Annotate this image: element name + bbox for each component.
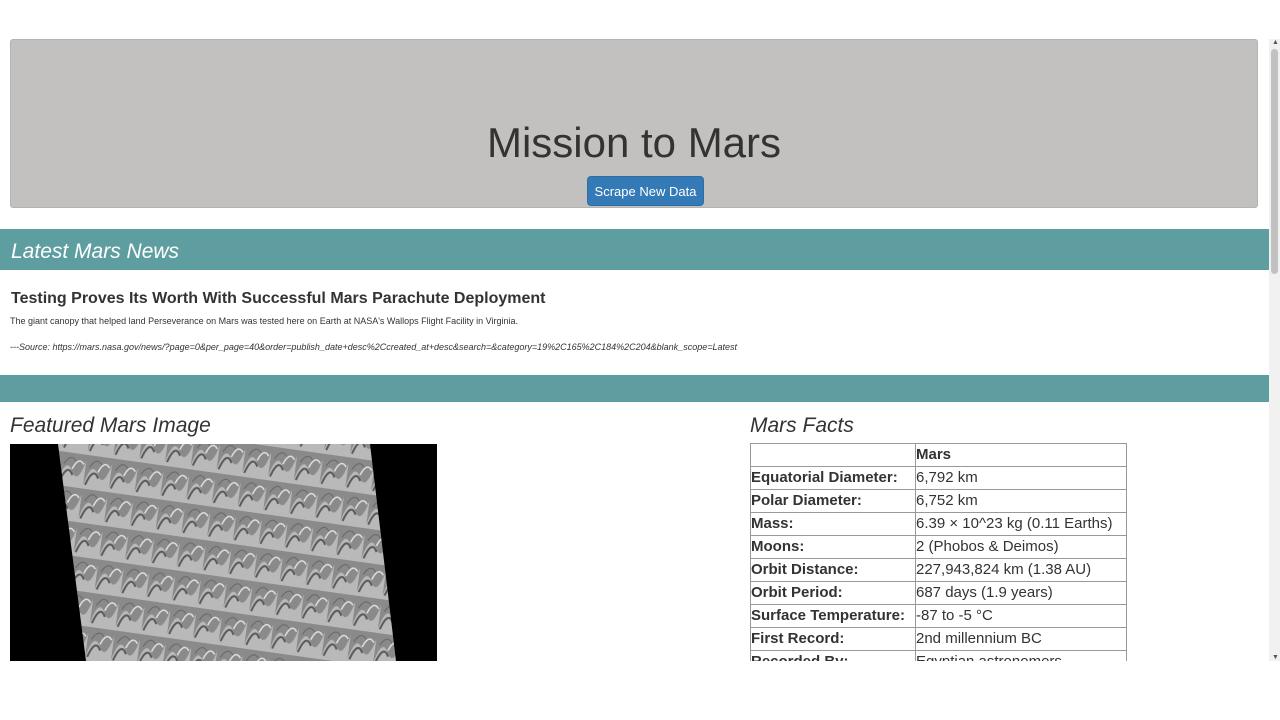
- dune-image-graphic: [58, 444, 396, 661]
- featured-image-title: Featured Mars Image: [10, 414, 211, 437]
- fact-label: Mass:: [750, 512, 916, 536]
- fact-label: Equatorial Diameter:: [750, 466, 916, 490]
- fact-label: Surface Temperature:: [750, 604, 916, 628]
- featured-mars-image: [10, 444, 437, 661]
- table-row: Recorded By:Egyptian astronomers: [750, 650, 1127, 661]
- section-divider: [0, 375, 1269, 402]
- table-row: First Record: 2nd millennium BC: [750, 627, 1127, 651]
- fact-label: Orbit Distance:: [750, 558, 916, 582]
- table-header-row: Mars: [750, 443, 1127, 467]
- table-row: Orbit Period: 687 days (1.9 years): [750, 581, 1127, 605]
- fact-value: 687 days (1.9 years): [915, 581, 1127, 605]
- fact-value: -87 to -5 °C: [915, 604, 1127, 628]
- fact-label: Orbit Period:: [750, 581, 916, 605]
- jumbotron-header: Mission to Mars Scrape New Data: [10, 39, 1258, 208]
- mars-facts-title: Mars Facts: [750, 414, 854, 437]
- table-corner-cell: [750, 443, 916, 467]
- table-row: Equatorial Diameter: 6,792 km: [750, 466, 1127, 490]
- page-title: Mission to Mars: [486, 119, 782, 166]
- news-section-header: Latest Mars News: [0, 229, 1269, 270]
- fact-value: Egyptian astronomers: [915, 650, 1127, 661]
- fact-value: 2 (Phobos & Deimos): [915, 535, 1127, 559]
- fact-value: 6,752 km: [915, 489, 1127, 513]
- scrollbar-thumb[interactable]: [1271, 49, 1278, 274]
- scrape-new-data-button[interactable]: Scrape New Data: [587, 176, 704, 206]
- fact-label: Polar Diameter:: [750, 489, 916, 513]
- fact-label: Recorded By:: [750, 650, 916, 661]
- fact-label: First Record:: [750, 627, 916, 651]
- news-source: ---Source: https://mars.nasa.gov/news/?p…: [10, 342, 737, 352]
- news-headline: Testing Proves Its Worth With Successful…: [11, 290, 546, 307]
- table-row: Moons: 2 (Phobos & Deimos): [750, 535, 1127, 559]
- table-row: Orbit Distance: 227,943,824 km (1.38 AU): [750, 558, 1127, 582]
- fact-label: Moons:: [750, 535, 916, 559]
- column-header-mars: Mars: [915, 443, 1127, 467]
- news-paragraph: The giant canopy that helped land Persev…: [10, 316, 518, 326]
- fact-value: 6.39 × 10^23 kg (0.11 Earths): [915, 512, 1127, 536]
- page-viewport: Mission to Mars Scrape New Data Latest M…: [0, 0, 1269, 661]
- scroll-down-arrow-icon[interactable]: ▼: [1272, 654, 1279, 661]
- news-section-title: Latest Mars News: [11, 240, 180, 263]
- table-row: Polar Diameter: 6,752 km: [750, 489, 1127, 513]
- vertical-scrollbar[interactable]: ▲ ▼: [1269, 39, 1280, 661]
- fact-value: 2nd millennium BC: [915, 627, 1127, 651]
- mars-facts-table: Mars Equatorial Diameter: 6,792 km Polar …: [750, 443, 1127, 661]
- scroll-up-arrow-icon[interactable]: ▲: [1272, 39, 1279, 46]
- table-row: Surface Temperature: -87 to -5 °C: [750, 604, 1127, 628]
- table-row: Mass: 6.39 × 10^23 kg (0.11 Earths): [750, 512, 1127, 536]
- fact-value: 6,792 km: [915, 466, 1127, 490]
- fact-value: 227,943,824 km (1.38 AU): [915, 558, 1127, 582]
